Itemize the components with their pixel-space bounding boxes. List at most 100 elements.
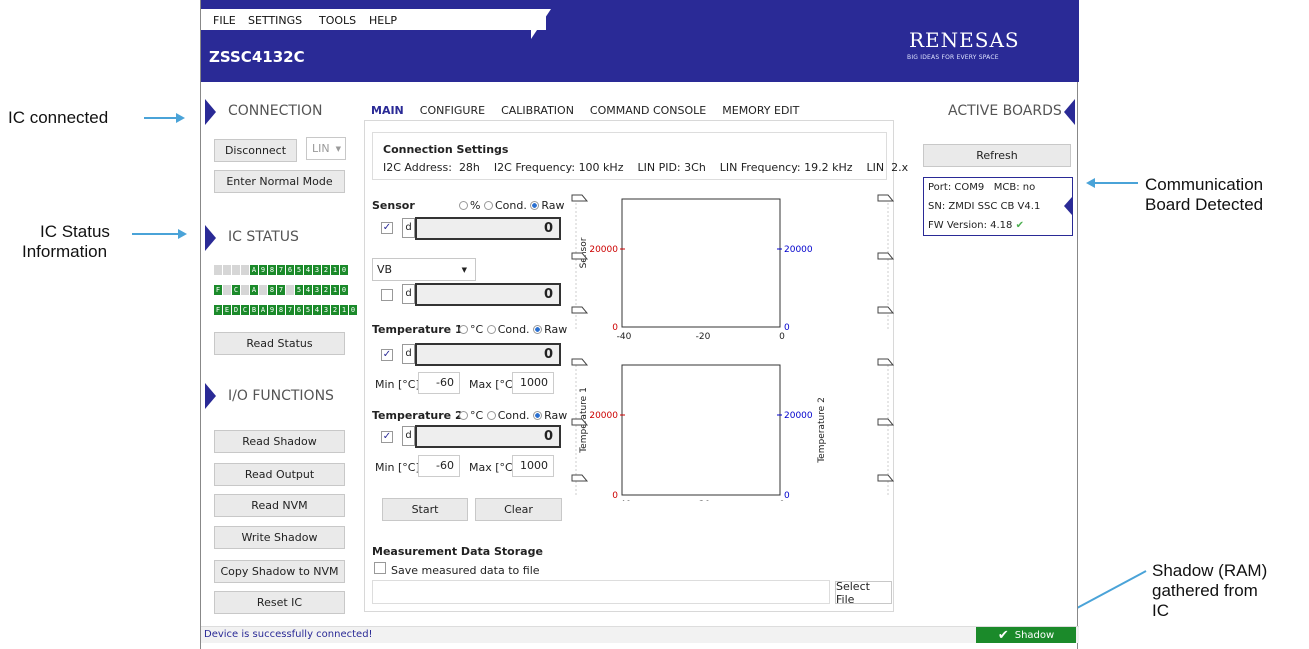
section-marker-icon [1064, 99, 1075, 125]
select-file-button[interactable]: Select File [835, 580, 892, 606]
clear-button[interactable]: Clear [475, 498, 562, 521]
slider-handle-icon [877, 252, 895, 260]
write-shadow-button[interactable]: Write Shadow [214, 526, 345, 549]
status-row-3: FEDCBA9876543210 [214, 305, 357, 315]
status-bit: A [259, 305, 267, 315]
status-bit: A [250, 265, 258, 275]
status-bit: B [250, 305, 258, 315]
menu-tools[interactable]: TOOLS [319, 14, 356, 27]
protocol-select[interactable]: LIN ▼ [306, 137, 346, 160]
disconnect-button[interactable]: Disconnect [214, 139, 297, 162]
read-status-button[interactable]: Read Status [214, 332, 345, 355]
radio-cond[interactable] [486, 411, 496, 420]
read-nvm-button[interactable]: Read NVM [214, 494, 345, 517]
radio-celsius[interactable] [459, 325, 468, 334]
chart-plot-area [621, 198, 781, 328]
brand-logo: RENESAS [909, 28, 1020, 52]
tab-memory-edit[interactable]: MEMORY EDIT [722, 104, 799, 117]
status-bit: . [241, 265, 249, 275]
ic-status-title: IC STATUS [228, 229, 299, 245]
slider-handle-icon [571, 194, 589, 202]
sensor-checkbox[interactable]: ✓ [381, 222, 393, 234]
tab-configure[interactable]: CONFIGURE [420, 104, 485, 117]
lin-version-label: LIN [866, 161, 885, 174]
status-bit: 8 [277, 305, 285, 315]
x-tick-label: -40 [617, 332, 632, 342]
vb-checkbox[interactable] [381, 289, 393, 301]
radio-raw[interactable] [530, 201, 540, 210]
temperature-1-max-input[interactable]: 1000 [512, 372, 554, 394]
status-bit: D [232, 305, 240, 315]
x-tick-label: 0 [779, 332, 785, 342]
main-panel: Connection Settings I2C Address: 28h I2C… [364, 120, 908, 612]
save-to-file-checkbox[interactable] [374, 562, 386, 574]
radio-celsius[interactable] [459, 411, 468, 420]
temperature-1-value: 0 [415, 343, 561, 366]
status-bar: Device is successfully connected! ✔ Shado… [201, 626, 1079, 643]
lin-frequency-label: LIN Frequency: [719, 161, 801, 174]
tab-main[interactable]: MAIN [371, 104, 404, 117]
temperature-1-min-input[interactable]: -60 [418, 372, 460, 394]
lin-pid-value: 3Ch [684, 161, 706, 174]
radio-raw[interactable] [533, 411, 543, 420]
radio-celsius-label: °C [470, 323, 484, 336]
status-bit: 6 [295, 305, 303, 315]
temperature-2-d-box: d [402, 426, 415, 446]
radio-percent[interactable] [459, 201, 468, 210]
brand-tagline: BIG IDEAS FOR EVERY SPACE [907, 54, 999, 61]
menu-file[interactable]: FILE [213, 14, 236, 27]
arrow-ic-status [132, 233, 180, 235]
radio-cond[interactable] [486, 325, 496, 334]
y2-tick-label: 20000 [784, 245, 813, 255]
status-bit: 7 [277, 285, 285, 295]
arrow-head [176, 113, 185, 123]
temperature-1-checkbox[interactable]: ✓ [381, 349, 393, 361]
status-bit: 1 [331, 285, 339, 295]
start-button[interactable]: Start [382, 498, 468, 521]
file-path-input[interactable] [372, 580, 830, 604]
radio-cond-label: Cond. [497, 409, 530, 422]
status-bit: . [286, 285, 294, 295]
menu-help[interactable]: HELP [369, 14, 397, 27]
radio-raw-label: Raw [544, 409, 568, 422]
storage-title: Measurement Data Storage [372, 545, 543, 558]
radio-cond[interactable] [483, 201, 493, 210]
status-bit: . [223, 265, 231, 275]
slider-handle-icon [877, 358, 895, 366]
temperature-2-checkbox[interactable]: ✓ [381, 431, 393, 443]
status-bit: 9 [259, 265, 267, 275]
arrow-ic-connected [144, 117, 178, 119]
radio-raw[interactable] [533, 325, 543, 334]
status-bit: 8 [268, 285, 276, 295]
section-marker-icon [205, 383, 216, 409]
menu-settings[interactable]: SETTINGS [248, 14, 302, 27]
temperature-2-label: Temperature 2 [372, 409, 463, 422]
status-bit: 7 [286, 305, 294, 315]
status-bit: 8 [268, 265, 276, 275]
arrow-head [1086, 178, 1095, 188]
vb-d-box: d [402, 284, 415, 304]
status-bit: 1 [340, 305, 348, 315]
board-card[interactable]: Port: COM9 MCB: no SN: ZMDI SSC CB V4.1 … [923, 177, 1073, 236]
sensor-d-box: d [402, 218, 415, 238]
read-output-button[interactable]: Read Output [214, 463, 345, 486]
read-shadow-button[interactable]: Read Shadow [214, 430, 345, 453]
tab-command-console[interactable]: COMMAND CONSOLE [590, 104, 706, 117]
status-bit: 3 [313, 265, 321, 275]
header-bar: FILE SETTINGS TOOLS HELP ZSSC4132C RENES… [201, 0, 1079, 82]
status-bit: E [223, 305, 231, 315]
copy-shadow-to-nvm-button[interactable]: Copy Shadow to NVM [214, 560, 345, 583]
arrow-comm [1094, 182, 1138, 184]
i2c-frequency-value: 100 kHz [578, 161, 624, 174]
lin-version-value: 2.x [891, 161, 909, 174]
callout-ic-connected: IC connected [8, 108, 109, 127]
status-bit: 4 [304, 285, 312, 295]
enter-normal-mode-button[interactable]: Enter Normal Mode [214, 170, 345, 193]
refresh-button[interactable]: Refresh [923, 144, 1071, 167]
tab-calibration[interactable]: CALIBRATION [501, 104, 574, 117]
temperature-2-min-input[interactable]: -60 [418, 455, 460, 477]
status-bit: 0 [340, 265, 348, 275]
reset-ic-button[interactable]: Reset IC [214, 591, 345, 614]
channel-select[interactable]: VB ▼ [372, 258, 476, 281]
temperature-2-max-input[interactable]: 1000 [512, 455, 554, 477]
